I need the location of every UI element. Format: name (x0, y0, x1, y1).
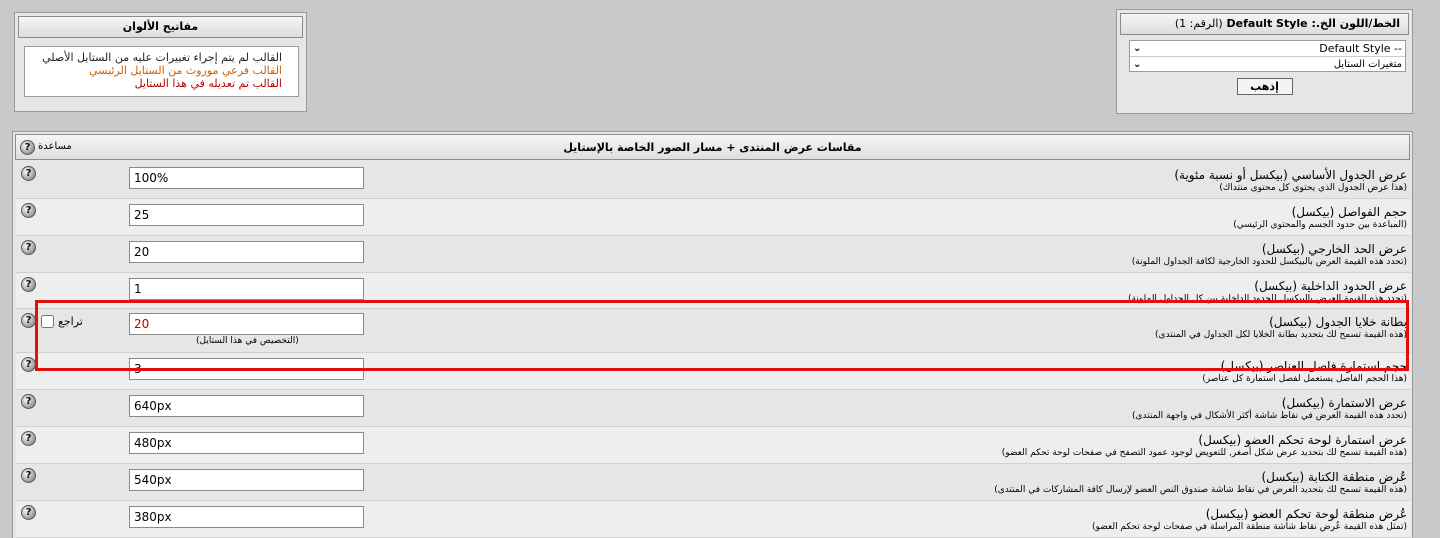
revert-label: تراجع (58, 315, 83, 328)
setting-title: بطانة خلايا الجدول (بيكسل) (1269, 315, 1407, 329)
revert-checkbox[interactable] (41, 315, 54, 328)
setting-value-input[interactable] (129, 432, 364, 454)
setting-subtitle: (هذه القيمة تسمح لك بتحديد بطانة الخلايا… (1155, 330, 1407, 340)
setting-subtitle: (تحدد هذه القيمة العرض بالبيكسل للحدود ا… (1128, 294, 1407, 304)
setting-value-input[interactable] (129, 278, 364, 300)
go-button[interactable]: إذهب (1236, 78, 1293, 95)
color-keys-panel: مفاتيح الألوان القالب لم يتم إجراء تغيير… (14, 12, 307, 112)
setting-subtitle: (تحدد هذه القيمة العرض بالبيكسل للحدود ا… (1131, 257, 1407, 267)
setting-row: ? عرض الحدود الداخلية (بيكسل) (تحدد هذه … (16, 273, 1411, 309)
help-link[interactable]: مساعدة ? (20, 139, 72, 155)
revert-control[interactable]: تراجع (41, 315, 83, 328)
setting-description: عرض الحدود الداخلية (بيكسل) (تحدد هذه ال… (507, 279, 1407, 305)
style-selector-panel: الخط/اللون الخ.: Default Style (الرقم: 1… (1116, 9, 1413, 114)
help-icon[interactable]: ? (21, 240, 36, 255)
style-option-variables-label: متغيرات الستايل (1333, 59, 1402, 70)
key-modified: القالب تم تعديله في هذا الستايل (134, 77, 282, 90)
setting-description: حجم استمارة فاصل العناصر (بيكسل) (هذا ال… (507, 359, 1407, 385)
style-number: (الرقم: 1) (1174, 17, 1223, 30)
table-title: مقاسات عرض المنتدى + مسار الصور الخاصة ب… (563, 141, 862, 154)
help-icon[interactable]: ? (21, 505, 36, 520)
setting-title: عُرض منطقة الكتابة (بيكسل) (1261, 470, 1407, 484)
style-select-list[interactable]: -- Default Style ⌄ متغيرات الستايل ⌄ (1129, 40, 1406, 72)
setting-value-input[interactable] (129, 313, 364, 335)
setting-description: بطانة خلايا الجدول (بيكسل) (هذه القيمة ت… (507, 315, 1407, 341)
setting-row: ? حجم استمارة فاصل العناصر (بيكسل) (هذا … (16, 353, 1411, 390)
help-icon[interactable]: ? (20, 139, 35, 155)
setting-title: عرض الاستمارة (بيكسل) (1281, 396, 1407, 410)
help-icon[interactable]: ? (21, 431, 36, 446)
setting-row: ? عرض الاستمارة (بيكسل) (تحدد هذه القيمة… (16, 390, 1411, 427)
key-original: القالب لم يتم إجراء تغييرات عليه من الست… (42, 51, 282, 64)
table-header: مقاسات عرض المنتدى + مسار الصور الخاصة ب… (15, 134, 1410, 160)
setting-title: حجم استمارة فاصل العناصر (بيكسل) (1220, 359, 1407, 373)
style-title-text: الخط/اللون الخ.: Default Style (1226, 17, 1400, 30)
dimensions-table: مقاسات عرض المنتدى + مسار الصور الخاصة ب… (12, 131, 1413, 538)
setting-description: عرض الاستمارة (بيكسل) (تحدد هذه القيمة ا… (507, 396, 1407, 422)
setting-subtitle: (هذه القيمة تسمح لك بتحديد عرض شكل أصغر,… (1001, 448, 1407, 458)
setting-subtitle: (تمثل هذه القيمة عُرض نقاط شاشة منطقة ال… (1092, 522, 1407, 532)
setting-row: ? عُرض منطقة الكتابة (بيكسل) (هذه القيمة… (16, 464, 1411, 501)
setting-value-input[interactable] (129, 469, 364, 491)
help-icon[interactable]: ? (21, 468, 36, 483)
help-icon[interactable]: ? (21, 277, 36, 292)
setting-value-input[interactable] (129, 204, 364, 226)
setting-description: عرض الحد الخارجي (بيكسل) (تحدد هذه القيم… (507, 242, 1407, 268)
setting-description: عُرض منطقة لوحة تحكم العضو (بيكسل) (تمثل… (507, 507, 1407, 533)
setting-value-input[interactable] (129, 358, 364, 380)
setting-description: حجم الفواصل (بيكسل) (المباعدة بين حدود ا… (507, 205, 1407, 231)
setting-title: عرض الحد الخارجي (بيكسل) (1261, 242, 1407, 256)
setting-subtitle: (تحدد هذه القيمة العرض في نقاط شاشة أكثر… (1132, 411, 1407, 421)
setting-title: حجم الفواصل (بيكسل) (1291, 205, 1407, 219)
setting-description: عرض الجدول الأساسي (بيكسل أو نسبة مئوية)… (507, 168, 1407, 194)
setting-subtitle: (هذا عرض الجدول الذي يحتوي كل محتوى منتد… (1219, 183, 1407, 193)
setting-title: عرض الجدول الأساسي (بيكسل أو نسبة مئوية) (1174, 168, 1407, 182)
setting-description: عُرض منطقة الكتابة (بيكسل) (هذه القيمة ت… (507, 470, 1407, 496)
help-icon[interactable]: ? (21, 357, 36, 372)
style-option-default-label: -- Default Style (1319, 42, 1402, 55)
chevron-down-icon: ⌄ (1133, 43, 1142, 54)
color-keys-box: القالب لم يتم إجراء تغييرات عليه من الست… (24, 46, 299, 97)
setting-value-input[interactable] (129, 241, 364, 263)
setting-subtitle: (هذا الحجم الفاصل يستعمل لفصل استمارة كل… (1202, 374, 1407, 384)
style-selector-title: الخط/اللون الخ.: Default Style (الرقم: 1… (1120, 13, 1409, 35)
setting-subtitle: (المباعدة بين حدود الجسم والمحتوى الرئيس… (1233, 220, 1407, 230)
setting-value-input[interactable] (129, 167, 364, 189)
setting-row: ? عرض استمارة لوحة تحكم العضو (بيكسل) (ه… (16, 427, 1411, 464)
setting-row: ? عرض الحد الخارجي (بيكسل) (تحدد هذه الق… (16, 236, 1411, 273)
style-option-default[interactable]: -- Default Style ⌄ (1130, 41, 1405, 57)
setting-value-input[interactable] (129, 395, 364, 417)
key-inherited: القالب فرعي موروث من الستايل الرئيسي (89, 64, 282, 77)
setting-row: ? حجم الفواصل (بيكسل) (المباعدة بين حدود… (16, 199, 1411, 236)
help-label: مساعدة (38, 141, 72, 152)
color-keys-title: مفاتيح الألوان (18, 16, 303, 38)
setting-row: ? عُرض منطقة لوحة تحكم العضو (بيكسل) (تم… (16, 501, 1411, 538)
help-icon[interactable]: ? (21, 313, 36, 328)
customized-note: (التخصيص في هذا الستايل) (196, 336, 299, 346)
setting-row: ? عرض الجدول الأساسي (بيكسل أو نسبة مئوي… (16, 162, 1411, 199)
help-icon[interactable]: ? (21, 203, 36, 218)
chevron-down-icon: ⌄ (1133, 59, 1142, 70)
setting-row-modified: ? تراجع (التخصيص في هذا الستايل) بطانة خ… (16, 309, 1411, 353)
setting-value-input[interactable] (129, 506, 364, 528)
setting-title: عرض استمارة لوحة تحكم العضو (بيكسل) (1198, 433, 1407, 447)
help-icon[interactable]: ? (21, 394, 36, 409)
setting-title: عرض الحدود الداخلية (بيكسل) (1254, 279, 1407, 293)
setting-title: عُرض منطقة لوحة تحكم العضو (بيكسل) (1205, 507, 1407, 521)
setting-subtitle: (هذه القيمة تسمح لك بتحديد العرض في نقاط… (994, 485, 1407, 495)
style-option-variables[interactable]: متغيرات الستايل ⌄ (1130, 57, 1405, 73)
help-icon[interactable]: ? (21, 166, 36, 181)
setting-description: عرض استمارة لوحة تحكم العضو (بيكسل) (هذه… (507, 433, 1407, 459)
